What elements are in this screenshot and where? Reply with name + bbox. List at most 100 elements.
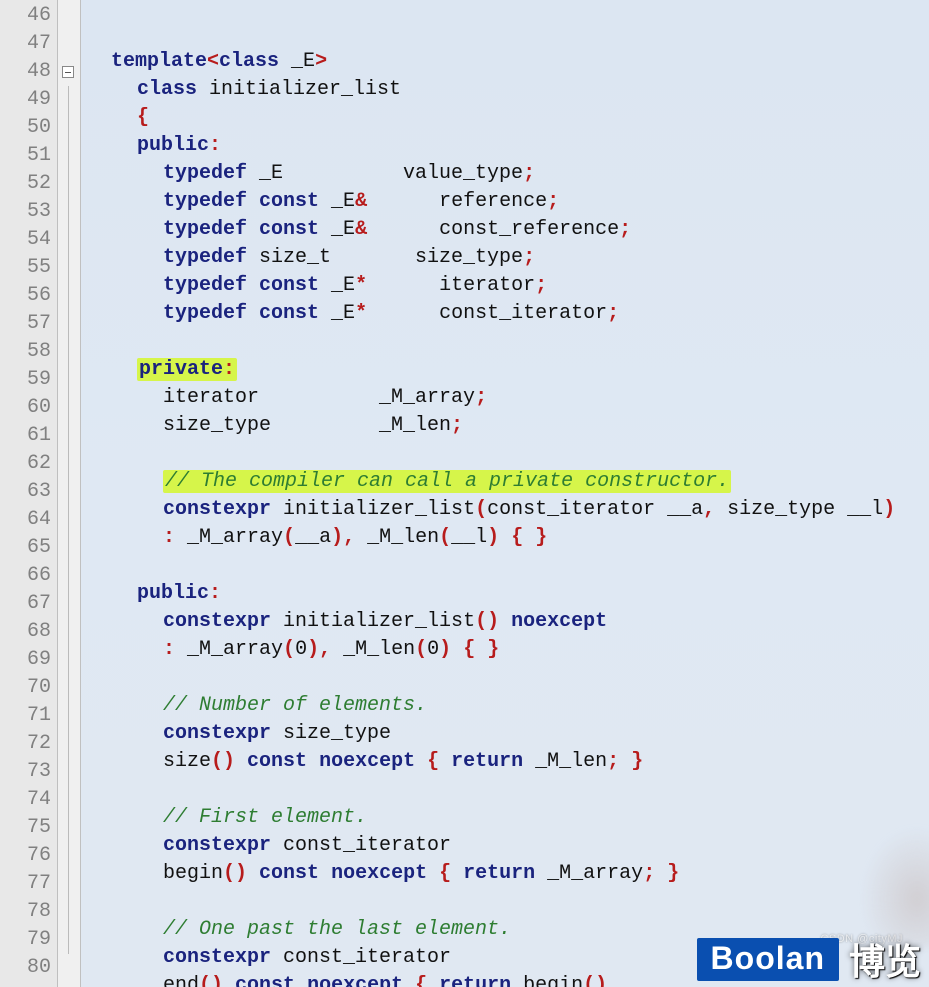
fold-cell — [58, 282, 80, 310]
code-line[interactable]: { — [93, 104, 929, 132]
fold-cell — [58, 450, 80, 478]
fold-cell — [58, 814, 80, 842]
fold-cell — [58, 506, 80, 534]
line-number: 68 — [0, 618, 57, 646]
code-line[interactable]: public: — [93, 580, 929, 608]
code-line[interactable]: begin() const noexcept { return _M_array… — [93, 860, 929, 888]
code-line[interactable] — [93, 552, 929, 580]
photo-smudge — [861, 827, 929, 947]
line-number: 61 — [0, 422, 57, 450]
code-line[interactable] — [93, 888, 929, 916]
fold-cell — [58, 422, 80, 450]
fold-cell — [58, 2, 80, 30]
line-number: 48 — [0, 58, 57, 86]
fold-cell — [58, 310, 80, 338]
line-number: 78 — [0, 898, 57, 926]
code-line[interactable]: : _M_array(__a), _M_len(__l) { } — [93, 524, 929, 552]
line-number: 63 — [0, 478, 57, 506]
fold-cell — [58, 170, 80, 198]
code-line[interactable]: constexpr size_type — [93, 720, 929, 748]
code-line[interactable]: // First element. — [93, 804, 929, 832]
line-number: 70 — [0, 674, 57, 702]
fold-cell — [58, 142, 80, 170]
line-number: 56 — [0, 282, 57, 310]
line-number: 75 — [0, 814, 57, 842]
code-line[interactable]: : _M_array(0), _M_len(0) { } — [93, 636, 929, 664]
line-number: 55 — [0, 254, 57, 282]
fold-cell — [58, 590, 80, 618]
code-line[interactable]: // The compiler can call a private const… — [93, 468, 929, 496]
fold-toggle-icon[interactable] — [62, 66, 74, 78]
fold-cell — [58, 86, 80, 114]
fold-cell — [58, 58, 80, 86]
code-area[interactable]: template<class _E>class initializer_list… — [81, 0, 929, 987]
line-number: 59 — [0, 366, 57, 394]
code-line[interactable]: typedef const _E& reference; — [93, 188, 929, 216]
fold-cell — [58, 534, 80, 562]
line-number: 46 — [0, 2, 57, 30]
fold-cell — [58, 702, 80, 730]
code-line[interactable]: typedef const _E& const_reference; — [93, 216, 929, 244]
line-number: 50 — [0, 114, 57, 142]
fold-cell — [58, 842, 80, 870]
line-number: 80 — [0, 954, 57, 982]
watermark: Boolan 博览 — [697, 933, 921, 985]
line-number: 47 — [0, 30, 57, 58]
fold-cell — [58, 478, 80, 506]
fold-cell — [58, 254, 80, 282]
fold-cell — [58, 730, 80, 758]
fold-cell — [58, 870, 80, 898]
code-line[interactable]: typedef const _E* iterator; — [93, 272, 929, 300]
line-number: 65 — [0, 534, 57, 562]
line-number: 57 — [0, 310, 57, 338]
line-number: 69 — [0, 646, 57, 674]
boolan-logo: Boolan — [697, 938, 839, 981]
fold-cell — [58, 366, 80, 394]
code-line[interactable]: template<class _E> — [93, 48, 929, 76]
fold-cell — [58, 926, 80, 954]
line-number: 54 — [0, 226, 57, 254]
code-line[interactable]: private: — [93, 356, 929, 384]
line-number: 53 — [0, 198, 57, 226]
code-line[interactable]: iterator _M_array; — [93, 384, 929, 412]
code-line[interactable]: constexpr const_iterator — [93, 832, 929, 860]
line-number: 49 — [0, 86, 57, 114]
line-number: 77 — [0, 870, 57, 898]
code-line[interactable]: // Number of elements. — [93, 692, 929, 720]
line-number: 66 — [0, 562, 57, 590]
code-line[interactable]: constexpr initializer_list(const_iterato… — [93, 496, 929, 524]
fold-cell — [58, 338, 80, 366]
fold-cell — [58, 562, 80, 590]
line-number: 51 — [0, 142, 57, 170]
line-number: 72 — [0, 730, 57, 758]
line-number-gutter: 4647484950515253545556575859606162636465… — [0, 0, 58, 987]
code-editor[interactable]: 4647484950515253545556575859606162636465… — [0, 0, 929, 987]
line-number: 76 — [0, 842, 57, 870]
code-line[interactable]: size_type _M_len; — [93, 412, 929, 440]
fold-cell — [58, 954, 80, 982]
line-number: 71 — [0, 702, 57, 730]
code-line[interactable] — [93, 664, 929, 692]
fold-cell — [58, 30, 80, 58]
code-line[interactable]: constexpr initializer_list() noexcept — [93, 608, 929, 636]
fold-cell — [58, 114, 80, 142]
code-line[interactable]: size() const noexcept { return _M_len; } — [93, 748, 929, 776]
line-number: 64 — [0, 506, 57, 534]
code-line[interactable]: typedef _E value_type; — [93, 160, 929, 188]
code-line[interactable]: typedef size_t size_type; — [93, 244, 929, 272]
code-line[interactable] — [93, 440, 929, 468]
code-line[interactable]: typedef const _E* const_iterator; — [93, 300, 929, 328]
fold-cell — [58, 898, 80, 926]
line-number: 67 — [0, 590, 57, 618]
code-line[interactable] — [93, 776, 929, 804]
fold-cell — [58, 618, 80, 646]
fold-cell — [58, 674, 80, 702]
fold-cell — [58, 646, 80, 674]
code-line[interactable]: class initializer_list — [93, 76, 929, 104]
boolan-logo-cn: 博览 — [849, 933, 921, 985]
code-line[interactable] — [93, 328, 929, 356]
line-number: 60 — [0, 394, 57, 422]
line-number: 79 — [0, 926, 57, 954]
code-line[interactable]: public: — [93, 132, 929, 160]
line-number: 58 — [0, 338, 57, 366]
